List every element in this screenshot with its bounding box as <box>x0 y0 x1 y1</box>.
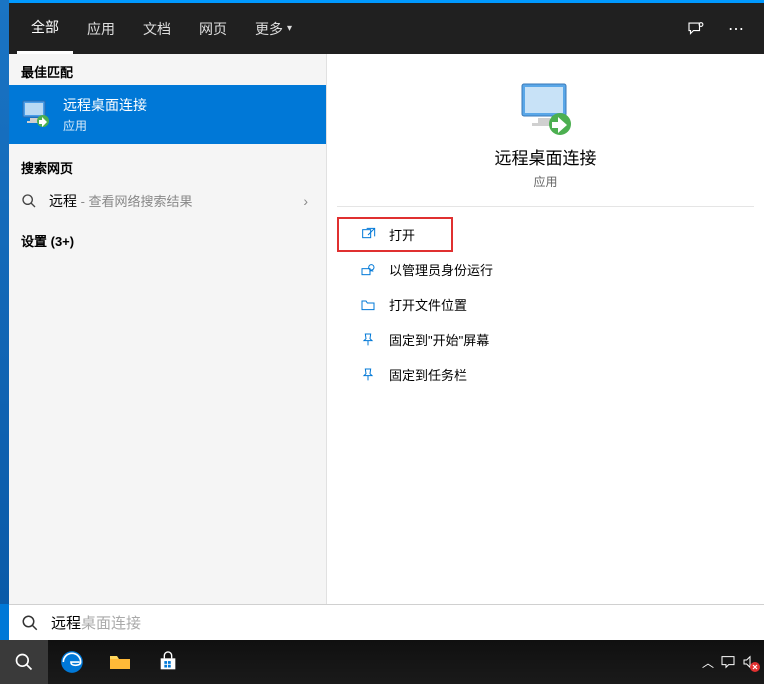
action-run-as-admin[interactable]: 以管理员身份运行 <box>337 252 754 287</box>
volume-muted-icon[interactable] <box>742 654 758 670</box>
action-pin-start[interactable]: 固定到"开始"屏幕 <box>337 322 754 357</box>
feedback-icon <box>686 20 704 38</box>
action-pin-taskbar-label: 固定到任务栏 <box>389 365 467 384</box>
folder-icon <box>108 650 132 674</box>
action-pin-start-label: 固定到"开始"屏幕 <box>389 330 489 349</box>
search-typed-text: 远程 <box>51 612 81 633</box>
search-input-bar[interactable]: 远程桌面连接 <box>9 604 764 640</box>
results-column: 最佳匹配 远程桌面连接 应用 搜 <box>9 54 327 604</box>
action-open[interactable]: 打开 <box>337 217 453 252</box>
chevron-right-icon: › <box>303 193 308 209</box>
tab-web[interactable]: 网页 <box>185 3 241 54</box>
search-icon <box>21 193 37 209</box>
action-open-location[interactable]: 打开文件位置 <box>337 287 754 322</box>
web-search-item[interactable]: 远程 - 查看网络搜索结果 › <box>9 181 326 221</box>
rdp-large-icon <box>516 82 576 134</box>
detail-subtitle: 应用 <box>337 173 754 190</box>
pin-icon <box>359 367 377 383</box>
action-run-as-admin-label: 以管理员身份运行 <box>389 260 493 279</box>
chevron-down-icon: ▾ <box>287 23 292 34</box>
tab-docs[interactable]: 文档 <box>129 3 185 54</box>
tab-more[interactable]: 更多 ▾ <box>241 3 306 54</box>
detail-title: 远程桌面连接 <box>337 144 754 169</box>
system-tray: ︿ <box>702 654 764 671</box>
web-search-query: 远程 <box>49 193 77 209</box>
windows-search-panel: 全部 应用 文档 网页 更多 ▾ ⋯ 最佳匹配 <box>9 0 764 604</box>
best-match-text: 远程桌面连接 应用 <box>63 95 147 134</box>
store-icon <box>157 651 179 673</box>
options-button[interactable]: ⋯ <box>716 19 756 39</box>
ellipsis-icon: ⋯ <box>728 21 744 38</box>
search-icon <box>21 614 39 632</box>
action-list: 打开 以管理员身份运行 打开文件位置 <box>337 217 754 392</box>
tab-more-label: 更多 <box>255 19 283 39</box>
tab-apps[interactable]: 应用 <box>73 3 129 54</box>
best-match-header: 最佳匹配 <box>9 54 326 85</box>
desktop-background-sliver <box>0 0 9 604</box>
action-open-label: 打开 <box>389 225 415 244</box>
tab-all[interactable]: 全部 <box>17 3 73 54</box>
admin-icon <box>359 262 377 278</box>
web-search-header: 搜索网页 <box>9 150 326 181</box>
taskbar-edge-button[interactable] <box>48 640 96 684</box>
web-search-hint: - 查看网络搜索结果 <box>77 194 193 209</box>
search-ghost-text: 桌面连接 <box>81 612 141 633</box>
action-center-icon[interactable] <box>720 654 736 670</box>
best-match-item[interactable]: 远程桌面连接 应用 <box>9 85 326 144</box>
taskbar: ︿ <box>0 640 764 684</box>
detail-column: 远程桌面连接 应用 打开 以管理员身份运行 <box>327 54 764 604</box>
rdp-icon <box>21 99 53 131</box>
folder-icon <box>359 297 377 313</box>
open-icon <box>359 227 377 243</box>
detail-card: 远程桌面连接 应用 <box>337 82 754 207</box>
pin-icon <box>359 332 377 348</box>
search-body: 最佳匹配 远程桌面连接 应用 搜 <box>9 54 764 604</box>
action-open-location-label: 打开文件位置 <box>389 295 467 314</box>
search-tabs-bar: 全部 应用 文档 网页 更多 ▾ ⋯ <box>9 3 764 54</box>
settings-header[interactable]: 设置 (3+) <box>9 221 326 260</box>
tray-chevron-up-icon[interactable]: ︿ <box>702 654 714 671</box>
best-match-title: 远程桌面连接 <box>63 95 147 115</box>
taskbar-store-button[interactable] <box>144 640 192 684</box>
best-match-subtitle: 应用 <box>63 117 147 134</box>
action-pin-taskbar[interactable]: 固定到任务栏 <box>337 357 754 392</box>
taskbar-explorer-button[interactable] <box>96 640 144 684</box>
search-icon <box>14 652 34 672</box>
edge-icon <box>59 649 85 675</box>
web-search-text: 远程 - 查看网络搜索结果 <box>49 191 193 211</box>
feedback-button[interactable] <box>674 20 716 38</box>
taskbar-search-button[interactable] <box>0 640 48 684</box>
